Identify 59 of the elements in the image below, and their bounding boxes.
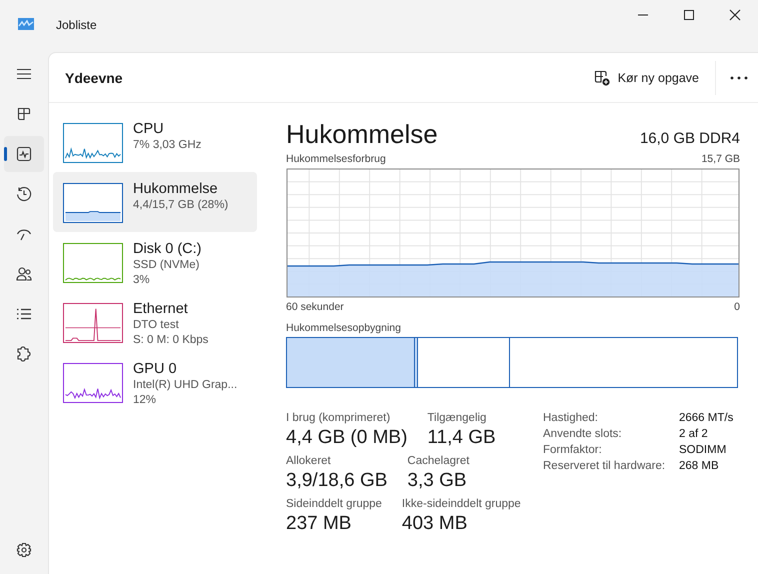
stat-label: I brug (komprimeret) [286, 412, 392, 424]
stat-value: 11,4 GB [427, 427, 496, 449]
device-name: Ethernet [133, 300, 189, 318]
window-title: Jobliste [56, 18, 97, 32]
spec-label: Formfaktor: [543, 444, 603, 456]
pulse-icon [16, 146, 32, 162]
stat-value: 4,4 GB (0 MB) [286, 427, 408, 449]
history-icon [16, 186, 32, 202]
new-task-icon [594, 70, 610, 86]
puzzle-icon [16, 346, 32, 362]
spec-value: 268 MB [679, 460, 720, 472]
device-info: 4,4/15,7 GB (28%) [133, 198, 228, 213]
chart-label: Hukommelsesforbrug [286, 153, 386, 165]
spec-label: Reserveret til hardware: [543, 460, 666, 472]
grid-icon [16, 106, 32, 122]
time-axis-end-label: 0 [734, 301, 740, 313]
device-item[interactable]: CPU 7% 3,03 GHz [53, 112, 257, 172]
stat-label: Cachelagret [407, 455, 470, 467]
chart-max-label: 15,7 GB [701, 153, 740, 165]
stat-label: Ikke-sideinddelt gruppe [402, 498, 521, 510]
page-title: Ydeevne [65, 70, 123, 86]
stat-value: 3,9/18,6 GB [286, 470, 388, 492]
device-name: Disk 0 (C:) [133, 240, 202, 258]
spec-label: Hastighed: [543, 412, 599, 424]
run-task-button[interactable]: Kør ny opgave [586, 64, 707, 92]
app-icon [18, 18, 34, 30]
nav-item[interactable] [4, 136, 44, 172]
stat-value: 3,3 GB [407, 470, 468, 492]
device-info: SSD (NVMe) [133, 258, 200, 273]
detail-title: Hukommelse [286, 119, 438, 150]
menu-icon [16, 66, 32, 82]
spec-value: 2 af 2 [679, 428, 709, 440]
list-icon [16, 306, 32, 322]
device-info: DTO test [133, 318, 180, 333]
device-item[interactable]: Disk 0 (C:) SSD (NVMe) 3% [53, 232, 257, 292]
device-name: Hukommelse [133, 180, 219, 198]
device-info: Intel(R) UHD Grap... [133, 378, 238, 393]
device-name: CPU [133, 120, 165, 138]
device-info: 3% [133, 273, 151, 288]
device-info: 7% 3,03 GHz [133, 138, 202, 153]
users-icon [16, 266, 32, 282]
spec-label: Anvendte slots: [543, 428, 623, 440]
device-item[interactable]: Ethernet DTO test S: 0 M: 0 Kbps [53, 292, 257, 352]
spec-value: SODIMM [679, 444, 728, 456]
stat-label: Sideinddelt gruppe [286, 498, 382, 510]
stat-value: 403 MB [402, 513, 468, 535]
time-axis-label: 60 sekunder [286, 301, 344, 313]
spec-value: 2666 MT/s [679, 412, 734, 424]
memory-type: 16,0 GB DDR4 [640, 130, 740, 147]
device-info: S: 0 M: 0 Kbps [133, 333, 208, 348]
composition-label: Hukommelsesopbygning [286, 322, 401, 334]
device-info: 12% [133, 393, 158, 408]
stat-value: 237 MB [286, 513, 352, 535]
stat-label: Allokeret [286, 455, 332, 467]
device-item[interactable]: GPU 0 Intel(R) UHD Grap... 12% [53, 352, 257, 412]
settings-icon [16, 542, 32, 558]
stat-label: Tilgængelig [427, 412, 488, 424]
device-item[interactable]: Hukommelse 4,4/15,7 GB (28%) [53, 172, 257, 232]
device-name: GPU 0 [133, 360, 178, 378]
